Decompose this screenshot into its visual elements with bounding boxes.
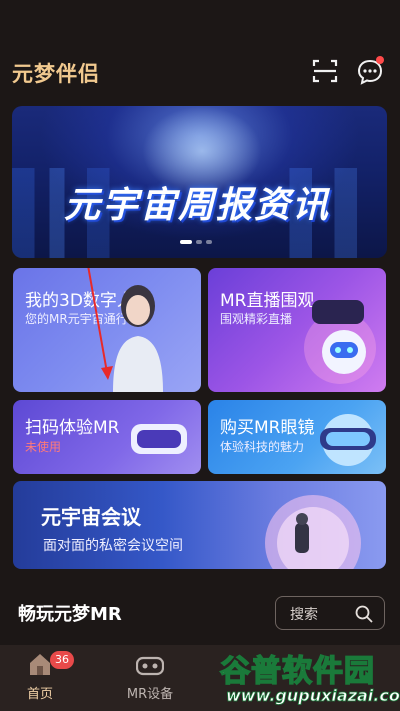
- notification-dot: [376, 56, 384, 64]
- section-title: 畅玩元梦MR: [18, 604, 122, 625]
- card-subtitle: 体验科技的魅力: [220, 440, 305, 454]
- watermark-brand: 谷普软件园: [219, 653, 375, 690]
- banner-title: 元宇宙周报资讯: [64, 185, 331, 226]
- status-tag: 未使用: [25, 440, 62, 454]
- scan-experience-card[interactable]: 扫码体验MR 未使用: [13, 400, 201, 474]
- search-icon: [355, 605, 373, 623]
- robot-mascot-icon: [304, 300, 376, 384]
- watermark: 谷普软件园 www.gupuxiazai.com: [216, 646, 400, 708]
- unread-badge: 36: [50, 651, 74, 669]
- home-icon: [30, 654, 50, 675]
- annotation-arrow-icon: [87, 268, 113, 380]
- tab-mr-devices[interactable]: MR设备: [110, 645, 190, 711]
- planet-illustration-icon: [265, 495, 361, 569]
- app-title: 元梦伴侣: [12, 62, 100, 86]
- pagination-dot: [206, 240, 212, 244]
- search-label: 搜索: [290, 607, 318, 623]
- mascot-headset-icon: [320, 414, 376, 466]
- scan-button[interactable]: [310, 56, 340, 86]
- pagination-dot: [196, 240, 202, 244]
- news-banner[interactable]: 元宇宙周报资讯: [12, 106, 387, 258]
- pagination-dot: [180, 240, 192, 244]
- buy-glasses-card[interactable]: 购买MR眼镜 体验科技的魅力: [208, 400, 386, 474]
- scan-icon: [312, 59, 338, 83]
- vr-glasses-icon: [136, 656, 164, 676]
- card-title: 扫码体验MR: [25, 418, 120, 438]
- metaverse-meeting-card[interactable]: 元宇宙会议 面对面的私密会议空间: [13, 481, 386, 569]
- card-title: 元宇宙会议: [41, 505, 141, 529]
- mr-live-card[interactable]: MR直播围观 围观精彩直播: [208, 268, 386, 392]
- message-button[interactable]: [354, 56, 386, 88]
- card-subtitle: 面对面的私密会议空间: [43, 538, 183, 554]
- vr-headset-icon: [131, 424, 187, 454]
- tab-label: 首页: [26, 687, 53, 702]
- banner-pagination: [180, 240, 212, 244]
- search-button[interactable]: 搜索: [275, 596, 385, 630]
- app-header: 元梦伴侣: [0, 0, 400, 100]
- watermark-url: www.gupuxiazai.com: [226, 686, 400, 706]
- card-subtitle: 围观精彩直播: [220, 312, 293, 326]
- tab-home[interactable]: 36 首页: [0, 645, 80, 711]
- card-title: 购买MR眼镜: [220, 418, 315, 438]
- tab-label: MR设备: [126, 687, 174, 702]
- digital-human-card[interactable]: 我的3D数字人 您的MR元宇宙通行证: [13, 268, 201, 392]
